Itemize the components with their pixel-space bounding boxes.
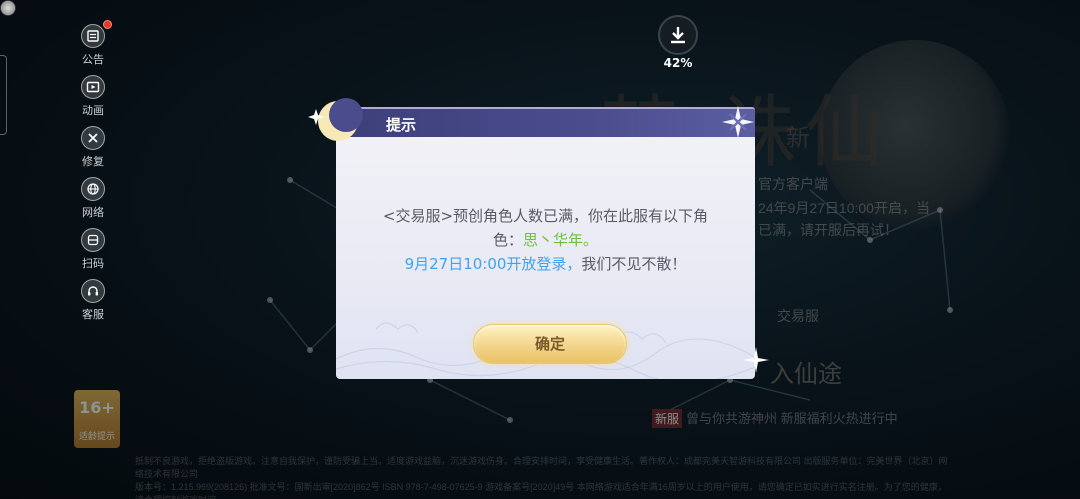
floating-ball-icon[interactable]: [0, 0, 16, 16]
sidebar-item-label: 动画: [82, 104, 104, 117]
scan-icon: [81, 228, 105, 252]
headset-icon: [81, 279, 105, 303]
sidebar-item-label: 公告: [82, 53, 104, 66]
notice-badge: [103, 20, 112, 29]
notice-dialog: 提示 <交易服>预创角色人数已满，你在此服有以下角 色：思丶华年。 9月27日1…: [308, 98, 769, 379]
message-line-3: 9月27日10:00开放登录，我们不见不散！: [336, 252, 755, 276]
download-percent: 42%: [663, 56, 693, 70]
sidebar-item-support[interactable]: 客服: [66, 275, 120, 326]
sparkle-icon: [743, 347, 769, 373]
dialog-header: 提示: [336, 107, 755, 137]
sidebar-item-network[interactable]: 网络: [66, 173, 120, 224]
message-character-prefix: 色：: [492, 231, 523, 249]
message-ending: 我们不见不散！: [581, 255, 687, 273]
video-icon: [81, 75, 105, 99]
notice-icon: [81, 24, 105, 48]
sidebar-item-scan[interactable]: 扫码: [66, 224, 120, 275]
close-icon[interactable]: [720, 104, 756, 140]
repair-icon: [81, 126, 105, 150]
age-rating-label: 适龄提示: [78, 432, 115, 442]
confirm-button[interactable]: 确定: [473, 324, 627, 364]
side-drawer-handle[interactable]: [0, 55, 7, 135]
sidebar-item-notice[interactable]: 公告: [66, 20, 120, 71]
sidebar-item-label: 客服: [82, 308, 104, 321]
left-sidebar: 公告 动画 修复 网络 扫码 客服: [66, 20, 120, 326]
dialog-message: <交易服>预创角色人数已满，你在此服有以下角 色：思丶华年。 9月27日10:0…: [336, 204, 755, 276]
sidebar-item-label: 网络: [82, 206, 104, 219]
download-progress[interactable]: 42%: [656, 15, 700, 70]
network-icon: [81, 177, 105, 201]
message-line-2: 色：思丶华年。: [336, 228, 755, 252]
age-rating-badge[interactable]: 16+ 适龄提示: [74, 390, 120, 448]
dialog-title: 提示: [386, 116, 417, 134]
sidebar-item-repair[interactable]: 修复: [66, 122, 120, 173]
open-time: 9月27日10:00开放登录，: [404, 255, 582, 273]
sidebar-item-video[interactable]: 动画: [66, 71, 120, 122]
download-icon: [658, 15, 698, 55]
message-line-1: <交易服>预创角色人数已满，你在此服有以下角: [382, 207, 709, 225]
character-name: 思丶华年。: [523, 231, 599, 249]
age-rating-number: 16+: [79, 398, 115, 417]
sidebar-item-label: 修复: [82, 155, 104, 168]
moon-decoration-icon: [308, 98, 363, 141]
sidebar-item-label: 扫码: [82, 257, 104, 270]
